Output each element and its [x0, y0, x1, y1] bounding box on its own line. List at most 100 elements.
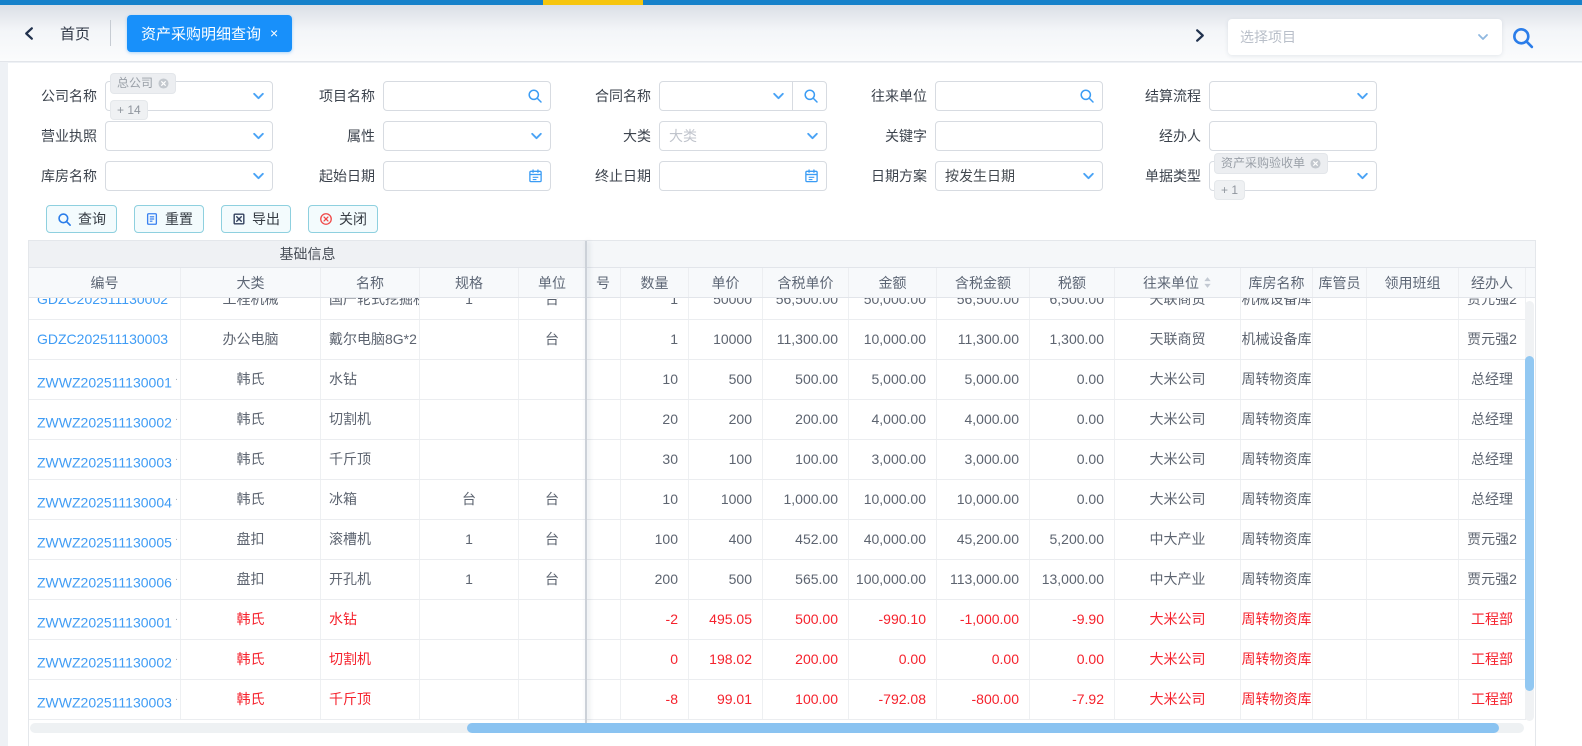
column-header-team: 领用班组 — [1367, 268, 1459, 297]
cell-amount: 5,000.00 — [849, 360, 937, 399]
cell-qty: 30 — [621, 440, 689, 479]
tab-close-icon[interactable]: × — [270, 26, 278, 40]
major-category-select[interactable]: 大类 — [659, 121, 827, 151]
tab-asset-purchase-detail-query[interactable]: 资产采购明细查询 × — [127, 14, 293, 52]
cell-warehouse: 周转物资库 — [1241, 480, 1313, 519]
end-date-date[interactable] — [659, 161, 827, 191]
query-button[interactable]: 查询 — [46, 205, 117, 233]
cell-price_tax: 565.00 — [763, 560, 849, 599]
tag-remove-icon[interactable] — [158, 78, 169, 89]
table-row: ZWWZ202511130002 · 韩氏 切割机 0 198.02 200.00 0.00 0… — [29, 640, 1526, 680]
forward-chevron-icon[interactable] — [1186, 22, 1212, 48]
cell-agent: 总经理 — [1459, 360, 1526, 399]
project-name-search-input[interactable] — [383, 81, 551, 111]
vertical-scrollbar-thumb[interactable] — [1525, 356, 1534, 691]
doc-type-multiselect[interactable]: 资产采购验收单 + 1 — [1209, 154, 1377, 199]
cell-brand — [586, 600, 621, 639]
cell-category: 盘扣 — [181, 560, 321, 599]
cell-qty: -8 — [621, 680, 689, 719]
tab-home[interactable]: 首页 — [60, 23, 90, 44]
cell-category: 韩氏 — [181, 360, 321, 399]
doc-number-link[interactable]: ZWWZ202511130003 — [37, 455, 172, 471]
company-name-multiselect[interactable]: 总公司 + 14 — [105, 74, 273, 119]
keyword-field[interactable] — [935, 121, 1103, 151]
search-icon[interactable] — [527, 88, 543, 104]
cell-tax: 5,200.00 — [1030, 520, 1115, 559]
column-header-price_tax: 含税单价 — [763, 268, 849, 297]
id-marker: · — [174, 454, 179, 465]
search-icon[interactable] — [1079, 88, 1095, 104]
reset-icon — [145, 212, 159, 226]
column-header-keeper: 库管员 — [1313, 268, 1367, 297]
doc-number-link[interactable]: ZWWZ202511130006 — [37, 575, 172, 591]
cell-keeper — [1313, 400, 1367, 439]
settlement-flow-select[interactable] — [1209, 81, 1377, 111]
agent-label: 经办人 — [1159, 128, 1201, 144]
doc-number-link[interactable]: ZWWZ202511130004 — [37, 495, 172, 511]
cell-category: 工程机械 — [181, 298, 321, 319]
export-button[interactable]: 导出 — [221, 205, 291, 233]
table-row: ZWWZ202511130001 · 韩氏 水钻 -2 495.05 500.00 -990.… — [29, 600, 1526, 640]
cell-id: ZWWZ202511130002 · — [29, 400, 181, 439]
cell-qty: 200 — [621, 560, 689, 599]
doc-number-link[interactable]: GDZC202511130002 — [37, 298, 168, 307]
contract-name-select-search[interactable] — [659, 81, 827, 111]
cell-unit — [519, 400, 586, 439]
global-search-icon[interactable] — [1510, 25, 1536, 51]
calendar-icon[interactable] — [804, 169, 819, 184]
warehouse-name-select[interactable] — [105, 161, 273, 191]
project-select[interactable]: 选择项目 — [1228, 19, 1502, 55]
counterparty-search-input[interactable] — [935, 81, 1103, 111]
cell-keeper — [1313, 640, 1367, 679]
filter-row-1: 公司名称 总公司 + 14 项目名称 合同名称 往来单位 结算流程 — [8, 74, 1582, 119]
chevron-down-icon — [252, 170, 265, 183]
doc-number-link[interactable]: ZWWZ202511130002 — [37, 415, 172, 431]
cell-price_tax: 1,000.00 — [763, 480, 849, 519]
doc-number-link[interactable]: ZWWZ202511130001 — [37, 375, 172, 391]
column-header-amount_tax: 含税金额 — [937, 268, 1030, 297]
cell-spec — [420, 640, 519, 679]
tag-remove-icon[interactable] — [1310, 158, 1321, 169]
cell-vendor: 大米公司 — [1115, 640, 1241, 679]
cell-keeper — [1313, 440, 1367, 479]
reset-button[interactable]: 重置 — [134, 205, 204, 233]
doc-number-link[interactable]: GDZC202511130003 — [37, 331, 168, 347]
cell-amount_tax: 45,200.00 — [937, 520, 1030, 559]
close-button[interactable]: 关闭 — [308, 205, 378, 233]
cell-price: 99.01 — [689, 680, 763, 719]
chevron-down-icon — [1082, 170, 1095, 183]
start-date-date[interactable] — [383, 161, 551, 191]
cell-keeper — [1313, 680, 1367, 719]
doc-type-more-count[interactable]: + 1 — [1215, 181, 1245, 199]
horizontal-scrollbar-thumb[interactable] — [467, 723, 1499, 733]
table-row: GDZC202511130002 工程机械 国产轮式挖掘机 1 台 1 50000 56,50… — [29, 298, 1526, 320]
chevron-down-icon — [806, 130, 819, 143]
close-icon — [319, 212, 333, 226]
sort-icon[interactable] — [1203, 276, 1212, 289]
cell-qty: 20 — [621, 400, 689, 439]
cell-unit — [519, 440, 586, 479]
column-header-warehouse-label: 库房名称 — [1248, 274, 1305, 291]
doc-number-link[interactable]: ZWWZ202511130005 — [37, 535, 172, 551]
calendar-icon[interactable] — [528, 169, 543, 184]
doc-number-link[interactable]: ZWWZ202511130003 — [37, 695, 172, 711]
search-icon[interactable] — [803, 88, 819, 104]
doc-number-link[interactable]: ZWWZ202511130002 — [37, 655, 172, 671]
agent-field[interactable] — [1209, 121, 1377, 151]
id-marker: · — [174, 414, 179, 425]
attribute-select[interactable] — [383, 121, 551, 151]
export-icon — [232, 212, 246, 226]
cell-price: 200 — [689, 400, 763, 439]
horizontal-scrollbar[interactable] — [30, 723, 1524, 733]
date-scheme-label: 日期方案 — [871, 168, 927, 184]
vertical-scrollbar[interactable] — [1525, 301, 1534, 721]
cell-vendor: 大米公司 — [1115, 680, 1241, 719]
cell-price: 495.05 — [689, 600, 763, 639]
business-license-select[interactable] — [105, 121, 273, 151]
company-name-more-count[interactable]: + 14 — [111, 101, 147, 119]
back-chevron-icon[interactable] — [16, 20, 42, 46]
doc-number-link[interactable]: ZWWZ202511130001 — [37, 615, 172, 631]
column-header-vendor[interactable]: 往来单位 — [1115, 268, 1241, 297]
cell-amount: 3,000.00 — [849, 440, 937, 479]
date-scheme-select[interactable]: 按发生日期 — [935, 161, 1103, 191]
